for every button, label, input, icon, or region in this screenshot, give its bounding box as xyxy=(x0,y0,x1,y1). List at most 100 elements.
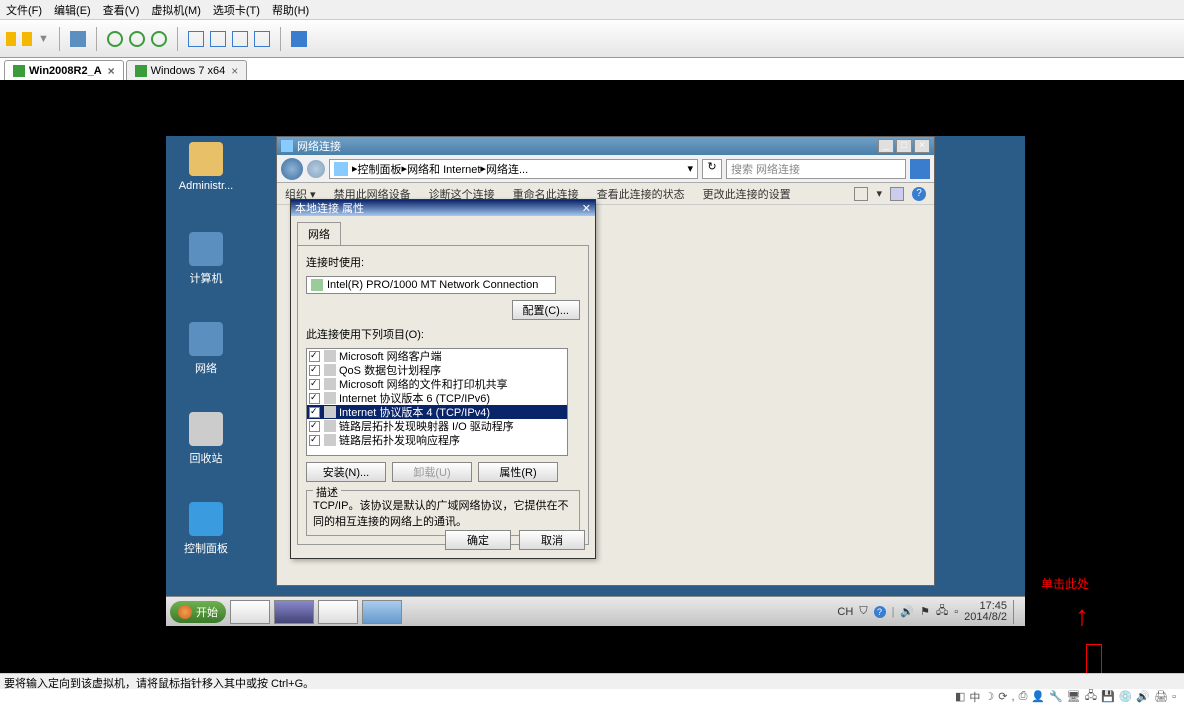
tray-network-icon[interactable]: 🖧 xyxy=(936,602,948,621)
help-icon[interactable]: ? xyxy=(912,187,926,201)
list-item[interactable]: Internet 协议版本 6 (TCP/IPv6) xyxy=(307,391,567,405)
cmd-settings[interactable]: 更改此连接的设置 xyxy=(703,186,791,202)
menu-edit[interactable]: 编辑(E) xyxy=(54,2,91,18)
view-3-icon[interactable] xyxy=(232,31,248,47)
power-on-icon[interactable] xyxy=(6,32,16,46)
play-icon[interactable] xyxy=(107,31,123,47)
checkbox[interactable] xyxy=(309,407,320,418)
clock[interactable]: 17:45 2014/8/2 xyxy=(964,601,1007,623)
desktop-computer[interactable]: 计算机 xyxy=(176,232,236,286)
guest-desktop[interactable]: Administr... 计算机 网络 回收站 控制面板 网络连接 _ □ × xyxy=(166,136,1025,626)
net-icon[interactable]: 🖧 xyxy=(1085,687,1097,706)
fullscreen-icon[interactable] xyxy=(291,31,307,47)
moon-icon[interactable]: ☽ xyxy=(984,690,994,703)
close-icon[interactable]: × xyxy=(108,64,115,78)
ok-button[interactable]: 确定 xyxy=(445,530,511,550)
checkbox[interactable] xyxy=(309,421,320,432)
preview-icon[interactable] xyxy=(890,187,904,201)
menu-help[interactable]: 帮助(H) xyxy=(272,2,309,18)
maximize-button[interactable]: □ xyxy=(896,139,912,153)
tab-icon xyxy=(13,65,25,77)
component-icon xyxy=(324,434,336,446)
usb-icon[interactable]: ⎙ xyxy=(1019,690,1028,703)
pause-icon[interactable] xyxy=(129,31,145,47)
start-button[interactable]: 开始 xyxy=(170,601,226,623)
printer-icon[interactable]: 🖨 xyxy=(1154,690,1168,703)
tray-help-icon[interactable]: ? xyxy=(874,606,886,618)
install-button[interactable]: 安装(N)... xyxy=(306,462,386,482)
configure-button[interactable]: 配置(C)... xyxy=(512,300,580,320)
tab-win7[interactable]: Windows 7 x64 × xyxy=(126,60,248,80)
tray-action-icon[interactable]: ▫ xyxy=(954,606,958,618)
desktop-network[interactable]: 网络 xyxy=(176,322,236,376)
back-button[interactable] xyxy=(281,158,303,180)
tab-network[interactable]: 网络 xyxy=(297,222,341,245)
cd-icon[interactable]: 💿 xyxy=(1119,690,1133,703)
tray-flag-icon[interactable]: ⚑ xyxy=(920,605,930,618)
lang-indicator[interactable]: CH xyxy=(837,606,853,618)
address-bar[interactable]: ▸ 控制面板 ▸ 网络和 Internet ▸ 网络连... ▾ xyxy=(329,159,698,179)
person-icon[interactable]: 👤 xyxy=(1031,690,1045,703)
menu-file[interactable]: 文件(F) xyxy=(6,2,42,18)
view-mode-icon[interactable] xyxy=(854,187,868,201)
desktop-recycle[interactable]: 回收站 xyxy=(176,412,236,466)
cmd-status[interactable]: 查看此连接的状态 xyxy=(597,186,685,202)
checkbox[interactable] xyxy=(309,351,320,362)
desktop-cpanel[interactable]: 控制面板 xyxy=(176,502,236,556)
refresh-button[interactable]: ↻ xyxy=(702,159,722,179)
vm-viewport[interactable]: Administr... 计算机 网络 回收站 控制面板 网络连接 _ □ × xyxy=(0,80,1184,686)
wrench-icon[interactable]: 🔧 xyxy=(1049,690,1063,703)
power-off-icon[interactable] xyxy=(22,32,32,46)
breadcrumb-b[interactable]: 网络和 Internet xyxy=(407,161,480,177)
list-item[interactable]: Internet 协议版本 4 (TCP/IPv4) xyxy=(307,405,567,419)
properties-button[interactable]: 属性(R) xyxy=(478,462,558,482)
tray-icon-1[interactable]: ⛉ xyxy=(859,605,867,618)
components-list[interactable]: Microsoft 网络客户端QoS 数据包计划程序Microsoft 网络的文… xyxy=(306,348,568,456)
monitor-icon[interactable]: 🖥 xyxy=(1067,690,1081,703)
list-item[interactable]: QoS 数据包计划程序 xyxy=(307,363,567,377)
checkbox[interactable] xyxy=(309,379,320,390)
list-item[interactable]: 链路层拓扑发现响应程序 xyxy=(307,433,567,447)
taskbar-server-manager[interactable] xyxy=(230,600,270,624)
search-go-button[interactable] xyxy=(910,159,930,179)
speaker-icon[interactable]: 🔊 xyxy=(1136,690,1150,703)
dialog-close-button[interactable]: ✕ xyxy=(582,202,591,215)
taskbar-powershell[interactable] xyxy=(274,600,314,624)
close-icon[interactable]: × xyxy=(231,64,238,78)
sync-icon[interactable]: ⟳ xyxy=(998,690,1007,703)
disk-icon[interactable]: 💾 xyxy=(1101,690,1115,703)
search-input[interactable]: 搜索 网络连接 xyxy=(726,159,906,179)
view-4-icon[interactable] xyxy=(254,31,270,47)
breadcrumb-a[interactable]: 控制面板 xyxy=(358,161,402,177)
host-lang[interactable]: 中 xyxy=(969,689,980,705)
taskbar-network-connections[interactable] xyxy=(362,600,402,624)
tab-win2008r2[interactable]: Win2008R2_A × xyxy=(4,60,124,80)
tray-sound-icon[interactable]: 🔊 xyxy=(900,605,914,618)
close-button[interactable]: × xyxy=(914,139,930,153)
dialog-titlebar[interactable]: 本地连接 属性 ✕ xyxy=(291,200,595,216)
more-icon[interactable]: ▫ xyxy=(1172,691,1176,703)
snapshot-icon[interactable] xyxy=(70,31,86,47)
forward-button[interactable] xyxy=(307,160,325,178)
list-item[interactable]: 链路层拓扑发现映射器 I/O 驱动程序 xyxy=(307,419,567,433)
view-1-icon[interactable] xyxy=(188,31,204,47)
view-2-icon[interactable] xyxy=(210,31,226,47)
list-item[interactable]: Microsoft 网络客户端 xyxy=(307,349,567,363)
cancel-button[interactable]: 取消 xyxy=(519,530,585,550)
minimize-button[interactable]: _ xyxy=(878,139,894,153)
menu-vm[interactable]: 虚拟机(M) xyxy=(151,2,201,18)
checkbox[interactable] xyxy=(309,365,320,376)
show-desktop-button[interactable] xyxy=(1013,600,1021,624)
menu-tabs[interactable]: 选项卡(T) xyxy=(213,2,260,18)
vm-tabs: Win2008R2_A × Windows 7 x64 × xyxy=(0,58,1184,80)
checkbox[interactable] xyxy=(309,393,320,404)
taskbar-explorer[interactable] xyxy=(318,600,358,624)
checkbox[interactable] xyxy=(309,435,320,446)
desktop-admin[interactable]: Administr... xyxy=(176,142,236,192)
window-titlebar[interactable]: 网络连接 _ □ × xyxy=(277,137,934,155)
host-tray-icon[interactable]: ◧ xyxy=(955,690,965,703)
breadcrumb-c[interactable]: 网络连... xyxy=(486,161,528,177)
list-item[interactable]: Microsoft 网络的文件和打印机共享 xyxy=(307,377,567,391)
stop-icon[interactable] xyxy=(151,31,167,47)
menu-view[interactable]: 查看(V) xyxy=(103,2,140,18)
